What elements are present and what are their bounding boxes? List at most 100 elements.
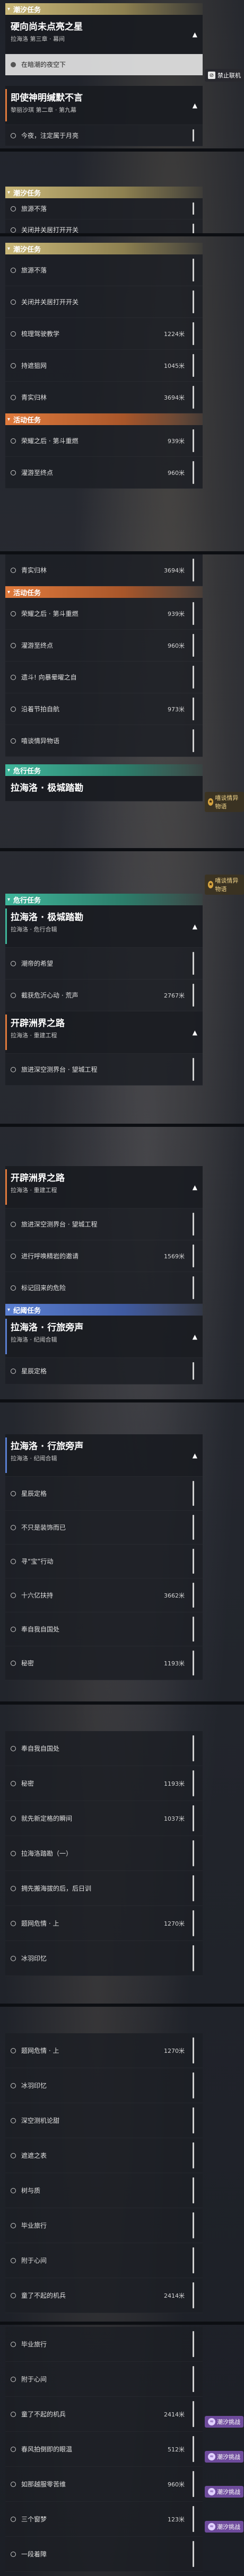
quest-item[interactable]: 冰羽印忆 [5, 1941, 203, 1976]
challenge-badge[interactable]: ≈ 潮汐挑战 [205, 2486, 243, 2498]
scroll-indicator [193, 2471, 194, 2497]
quest-item[interactable]: 毕业旅行 [5, 2327, 203, 2362]
quest-card[interactable]: 拉海洛 · 行旅旁声 拉海洛 · 纪阈合辑 ▲ [5, 1434, 203, 1477]
event-badge[interactable]: ★ 嘻谈情异物语 [205, 875, 244, 895]
quest-item[interactable]: 题网危情 · 上 1270米 [5, 1906, 203, 1941]
quest-item[interactable]: 潮帝的希望 [5, 948, 203, 980]
quest-item[interactable]: 遮遮之表 [5, 2138, 203, 2173]
quest-card[interactable]: 硬向尚未点亮之星 拉海洛 第三章 · 幕间 ▲ [5, 15, 203, 54]
quest-item[interactable]: 就先新定格的瞬间 1037米 [5, 1801, 203, 1836]
quest-item[interactable]: 奉自我自国处 [5, 1731, 203, 1766]
challenge-badge[interactable]: ≈ 潮汐挑战 [205, 2416, 243, 2428]
chevron-up-icon[interactable]: ▲ [193, 1184, 197, 1191]
quest-item-label: 关闭并关居打开开关 [21, 226, 79, 233]
quest-card[interactable]: 拉海洛 · 极城踏勘 拉海洛 · 危行合辑 ▲ [5, 905, 203, 948]
scroll-indicator [193, 666, 194, 689]
radio-icon [11, 2516, 16, 2522]
radio-icon [11, 2446, 16, 2452]
quest-item[interactable]: 关闭并关居打开开关 [5, 286, 203, 318]
quest-item[interactable]: 嘻谈情异物语 [5, 725, 203, 757]
triangle-icon: ▾ [7, 589, 11, 595]
chevron-up-icon[interactable]: ▲ [193, 102, 197, 109]
quest-item[interactable]: 星辰定格 [5, 1358, 203, 1384]
section-header[interactable]: ▾ 危行任务 [5, 894, 203, 905]
distance-label: 2767米 [164, 992, 185, 999]
distance-label: 3694米 [164, 567, 185, 574]
quest-card[interactable]: 即使神明缄默不言 黎丽沙琪 第二章 · 第九幕 ▲ [5, 86, 203, 125]
challenge-badge[interactable]: ≈ 潮汐挑战 [205, 2451, 243, 2463]
quest-card[interactable]: 开辟洲界之路 拉海洛 · 重建工程 ▲ [5, 1166, 203, 1208]
quest-item[interactable]: 星辰定格 [5, 1477, 203, 1511]
quest-item[interactable]: 旅进深空测界台 · 望城工程 [5, 1208, 203, 1240]
quest-item[interactable]: 持遮狙网 1045米 [5, 350, 203, 382]
quest-item[interactable]: 寻“宝”行动 [5, 1545, 203, 1578]
section-header[interactable]: ▾ 潮汐任务 [5, 243, 203, 254]
quest-item[interactable]: 春风拍倒即的眼温 512米 [5, 2432, 203, 2467]
challenge-badge[interactable]: ≈ 潮汐挑战 [205, 2521, 243, 2533]
quest-item[interactable]: 濯游至终点 960米 [5, 457, 203, 489]
quest-item[interactable]: 奉自我自国处 [5, 1612, 203, 1646]
section-header[interactable]: ▾ 潮汐任务 [5, 3, 203, 15]
scroll-indicator [193, 1583, 194, 1608]
chevron-up-icon[interactable]: ▲ [193, 1452, 197, 1459]
quest-card[interactable]: 拉海洛 · 行旅旁声 拉海洛 · 纪阈合辑 ▲ [5, 1316, 203, 1358]
section-header[interactable]: ▾ 活动任务 [5, 586, 203, 598]
quest-item[interactable]: 梳理驾驶教学 1224米 [5, 318, 203, 350]
quest-item[interactable]: 旅进深空测界台 · 望城工程 [5, 1054, 203, 1086]
quest-item[interactable]: 今夜，注定属于月亮 [5, 125, 203, 146]
quest-item[interactable]: 在暗潮的夜空下 [5, 54, 203, 75]
event-badge[interactable]: ★ 嘻谈情异物语 [205, 792, 244, 812]
quest-item[interactable]: 秘密 1193米 [5, 1766, 203, 1801]
radio-icon [11, 1253, 16, 1259]
quest-item[interactable]: 青实归林 3694米 [5, 554, 203, 586]
section-header[interactable]: ▾ 纪阈任务 [5, 1304, 203, 1316]
quest-item[interactable]: 树与质 [5, 2173, 203, 2208]
stop-coop-button[interactable]: ⊘ 禁止联机 [205, 69, 244, 82]
quest-item[interactable]: 拉海洛踏勘（一） [5, 1836, 203, 1871]
quest-item[interactable]: 冰羽印忆 [5, 2068, 203, 2103]
quest-item[interactable]: 遗斗! 向暴晕曜之自 [5, 661, 203, 693]
chevron-up-icon[interactable]: ▲ [193, 923, 197, 930]
quest-item[interactable]: 深空测机论甜 [5, 2103, 203, 2138]
section-header[interactable]: ▾ 活动任务 [5, 413, 203, 425]
quest-title: 开辟洲界之路 [11, 1018, 65, 1029]
quest-item[interactable]: 附于心间 [5, 2243, 203, 2278]
section-header[interactable]: ▾ 潮汐任务 [5, 187, 203, 198]
quest-item[interactable]: 三个窗梦 123米 [5, 2502, 203, 2537]
quest-item[interactable]: 不只是装饰而已 [5, 1511, 203, 1545]
chevron-up-icon[interactable]: ▲ [193, 31, 197, 38]
quest-item[interactable]: 旅源不落 [5, 198, 203, 219]
radio-icon [11, 1885, 16, 1891]
quest-item[interactable]: 附于心间 [5, 2362, 203, 2397]
chevron-up-icon[interactable]: ▲ [193, 1029, 197, 1036]
quest-item[interactable]: 拥先搬海拔的后，后日训 [5, 1871, 203, 1906]
quest-item[interactable]: 濯游至终点 960米 [5, 630, 203, 661]
quest-item[interactable]: 如那越服零苦维 960米 [5, 2467, 203, 2502]
quest-item[interactable]: 荣耀之后 · 第斗重燃 939米 [5, 598, 203, 630]
quest-item[interactable]: 题网危情 · 上 1270米 [5, 2033, 203, 2068]
section-header[interactable]: ▾ 危行任务 [5, 764, 203, 776]
quest-item[interactable]: 童了不起的机兵 2414米 [5, 2397, 203, 2432]
distance-label: 3694米 [164, 394, 185, 401]
quest-card[interactable]: 开辟洲界之路 拉海洛 · 重建工程 ▲ [5, 1011, 203, 1054]
quest-item[interactable]: 旅源不落 [5, 254, 203, 286]
quest-item[interactable]: 标记回来的危险 [5, 1272, 203, 1304]
quest-item[interactable]: 秘密 1193米 [5, 1646, 203, 1680]
quest-item[interactable]: 一段着障 [5, 2537, 203, 2572]
chevron-up-icon[interactable]: ▲ [193, 1333, 197, 1340]
quest-item-label: 奉自我自国处 [21, 1745, 60, 1752]
quest-item[interactable]: 毕业旅行 [5, 2208, 203, 2243]
quest-item-label: 荣耀之后 · 第斗重燃 [21, 610, 79, 617]
wave-icon: ≈ [208, 2453, 215, 2460]
quest-item[interactable]: 进行呼唤精岩的邀请 1569米 [5, 1240, 203, 1272]
quest-item[interactable]: 关闭并关居打开开关 [5, 219, 203, 233]
distance-label: 512米 [168, 2446, 185, 2453]
quest-card[interactable]: 拉海洛 · 极城踏勘 [5, 776, 203, 801]
quest-item[interactable]: 沿着节拍自航 973米 [5, 693, 203, 725]
quest-item[interactable]: 童了不起的机兵 2414米 [5, 2278, 203, 2313]
radio-icon [11, 267, 16, 273]
quest-item[interactable]: 青实归林 3694米 [5, 382, 203, 413]
quest-item[interactable]: 荣耀之后 · 第斗重燃 939米 [5, 425, 203, 457]
quest-item[interactable]: 十六亿扶持 3662米 [5, 1578, 203, 1612]
quest-item[interactable]: 截获危沂心动 · 荒声 2767米 [5, 980, 203, 1011]
